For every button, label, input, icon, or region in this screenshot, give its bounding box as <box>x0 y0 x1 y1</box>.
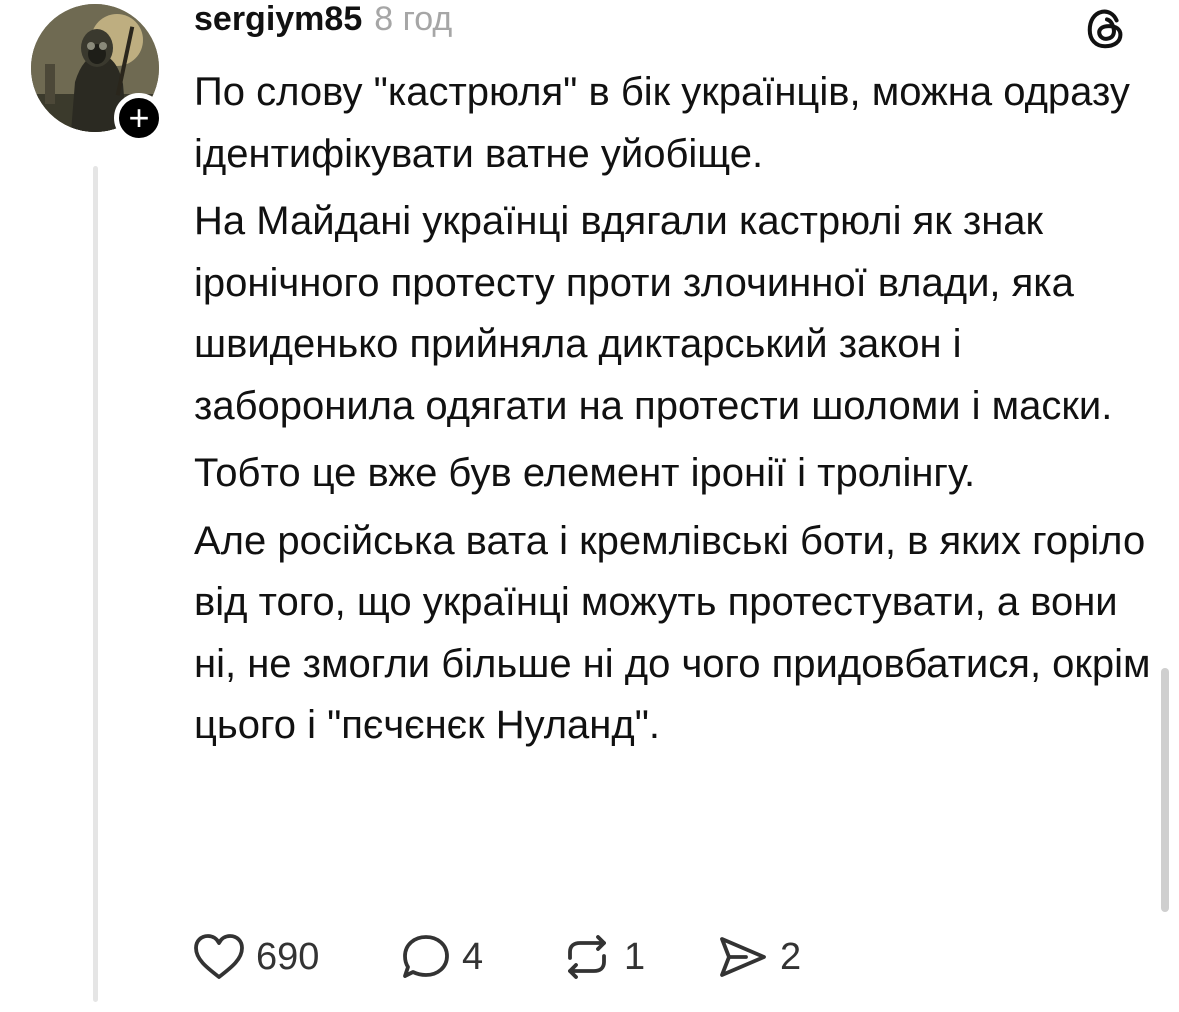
comment-icon <box>403 935 449 978</box>
username[interactable]: sergiym85 <box>194 0 362 39</box>
action-bar: 690 4 1 2 <box>192 924 801 990</box>
follow-button[interactable]: + <box>114 93 164 143</box>
heart-icon <box>194 934 244 979</box>
repost-icon <box>568 935 606 979</box>
like-count: 690 <box>256 935 320 978</box>
scrollbar[interactable] <box>1161 668 1169 912</box>
post-paragraph: Але російська вата і кремлівські боти, в… <box>194 518 1151 748</box>
reply-count: 4 <box>462 935 484 978</box>
post-paragraph: Тобто це вже був елемент іронії і тролін… <box>194 451 976 495</box>
post-header: sergiym85 8 год <box>194 0 452 46</box>
plus-icon: + <box>128 97 150 138</box>
avatar-container[interactable]: + <box>31 4 164 143</box>
timestamp: 8 год <box>374 0 453 38</box>
share-button[interactable]: 2 <box>716 932 801 982</box>
like-button[interactable]: 690 <box>192 932 400 982</box>
post-paragraph: На Майдані українці вдягали кастрюлі як … <box>194 199 1113 428</box>
threads-logo-icon[interactable] <box>1084 6 1130 52</box>
thread-line <box>93 166 98 1002</box>
share-icon <box>720 937 766 977</box>
repost-button[interactable]: 1 <box>560 932 716 982</box>
repost-count: 1 <box>624 935 646 978</box>
post-paragraph: По слову "кастрюля" в бік українців, мож… <box>194 70 1130 176</box>
share-count: 2 <box>780 935 802 978</box>
reply-button[interactable]: 4 <box>400 932 560 982</box>
post-body: По слову "кастрюля" в бік українців, мож… <box>194 62 1154 763</box>
